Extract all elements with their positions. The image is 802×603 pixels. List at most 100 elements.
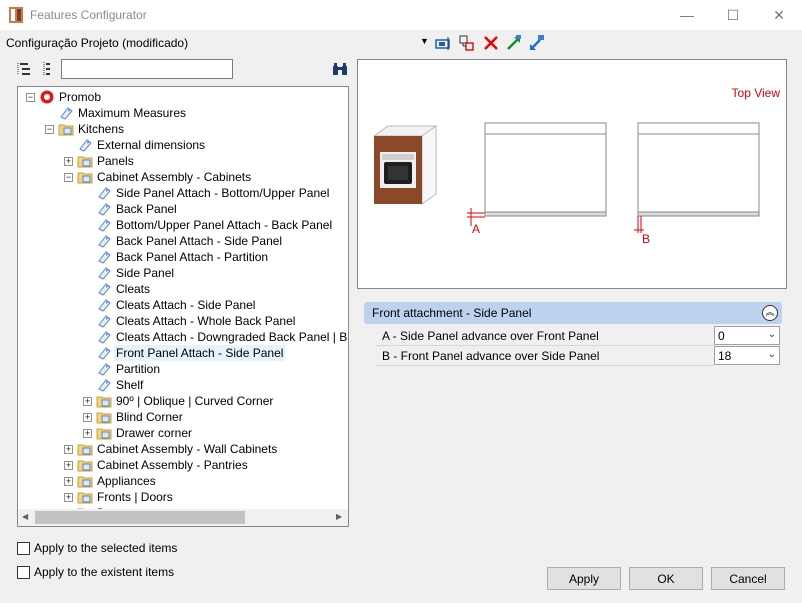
- expand-icon[interactable]: +: [64, 445, 73, 454]
- collapse-icon[interactable]: ︽: [762, 305, 778, 321]
- tree-node[interactable]: + Cabinet Assembly - Pantries: [18, 457, 348, 473]
- tree-node[interactable]: + Drawer corner: [18, 425, 348, 441]
- expand-icon[interactable]: +: [83, 413, 92, 422]
- close-button[interactable]: ✕: [756, 0, 802, 30]
- apply-selected-label[interactable]: Apply to the selected items: [34, 541, 177, 555]
- tree-node-label: Panels: [97, 154, 134, 168]
- folder-icon: [77, 460, 93, 472]
- rename-icon[interactable]: [434, 34, 452, 52]
- folder-icon: [96, 428, 112, 440]
- tree-node-label: Shelf: [116, 378, 144, 392]
- apply-selected-checkbox[interactable]: [17, 542, 30, 555]
- features-tree[interactable]: − Promob Maximum Measures − Kitchens External…: [17, 86, 349, 527]
- collapse-icon[interactable]: −: [64, 173, 73, 182]
- tree-node-label: 90º | Oblique | Curved Corner: [116, 394, 274, 408]
- tree-search-input[interactable]: [61, 59, 233, 79]
- tree-node[interactable]: Back Panel Attach - Side Panel: [18, 233, 348, 249]
- tree-node[interactable]: + Cabinet Assembly - Wall Cabinets: [18, 441, 348, 457]
- maximize-button[interactable]: ☐: [710, 0, 756, 30]
- tree-node[interactable]: Front Panel Attach - Side Panel: [18, 345, 348, 361]
- collapse-icon[interactable]: −: [45, 125, 54, 134]
- apply-button[interactable]: Apply: [547, 567, 621, 590]
- tree-node[interactable]: + Blind Corner: [18, 409, 348, 425]
- tree-node[interactable]: Shelf: [18, 377, 348, 393]
- tree-node[interactable]: Cleats Attach - Side Panel: [18, 297, 348, 313]
- folder-icon: [77, 492, 93, 504]
- tree-node[interactable]: Cleats Attach - Downgraded Back Panel | …: [18, 329, 348, 345]
- apply-existent-checkbox[interactable]: [17, 566, 30, 579]
- chevron-down-icon[interactable]: ⌄: [768, 329, 776, 340]
- tree-node[interactable]: Cleats Attach - Whole Back Panel: [18, 313, 348, 329]
- tag-icon: [98, 283, 111, 296]
- tree-node[interactable]: + Fronts | Doors: [18, 489, 348, 505]
- window-title: Features Configurator: [30, 8, 147, 22]
- tree-node[interactable]: − Cabinet Assembly - Cabinets: [18, 169, 348, 185]
- vertical-scrollbar[interactable]: [348, 87, 349, 509]
- view-label[interactable]: Top View: [732, 86, 780, 100]
- tree-node-label: Kitchens: [78, 122, 125, 136]
- property-a-select[interactable]: 0 ⌄: [714, 326, 780, 345]
- marker-a-label: A: [472, 222, 481, 236]
- add-item-icon[interactable]: [458, 34, 476, 52]
- property-label: B - Front Panel advance over Side Panel: [382, 349, 600, 363]
- collapse-tree-icon[interactable]: [40, 61, 54, 77]
- tag-icon: [79, 139, 92, 152]
- tree-node[interactable]: +90º | Oblique | Curved Corner: [18, 393, 348, 409]
- property-row-a: A - Side Panel advance over Front Panel …: [376, 326, 782, 346]
- tag-icon: [98, 219, 111, 232]
- tree-node[interactable]: + Appliances: [18, 473, 348, 489]
- scroll-left-icon[interactable]: ◀: [22, 512, 28, 521]
- export-icon[interactable]: [528, 34, 546, 52]
- chevron-down-icon[interactable]: ▼: [420, 36, 432, 50]
- ok-button[interactable]: OK: [629, 567, 703, 590]
- properties-header[interactable]: Front attachment - Side Panel ︽: [364, 302, 782, 324]
- property-b-select[interactable]: 18 ⌄: [714, 346, 780, 365]
- minimize-button[interactable]: —: [664, 0, 710, 30]
- horizontal-scroll-thumb[interactable]: [35, 511, 245, 524]
- tree-node[interactable]: Side Panel: [18, 265, 348, 281]
- maximize-icon: ☐: [726, 6, 740, 23]
- promob-logo-icon: [40, 90, 54, 104]
- expand-icon[interactable]: +: [64, 461, 73, 470]
- tree-node[interactable]: Bottom/Upper Panel Attach - Back Panel: [18, 217, 348, 233]
- properties-title: Front attachment - Side Panel: [372, 306, 532, 320]
- tree-node[interactable]: + Panels: [18, 153, 348, 169]
- property-label: A - Side Panel advance over Front Panel: [382, 329, 599, 343]
- expand-icon[interactable]: +: [83, 429, 92, 438]
- expand-icon[interactable]: +: [64, 477, 73, 486]
- project-config-label[interactable]: Configuração Projeto (modificado): [6, 36, 188, 50]
- drawing-a: [467, 122, 607, 226]
- tag-icon: [98, 363, 111, 376]
- expand-icon[interactable]: +: [64, 493, 73, 502]
- drawing-b: [634, 122, 760, 233]
- tree-node[interactable]: External dimensions: [18, 137, 348, 153]
- tree-node[interactable]: Back Panel Attach - Partition: [18, 249, 348, 265]
- tree-node[interactable]: Side Panel Attach - Bottom/Upper Panel: [18, 185, 348, 201]
- tree-node[interactable]: − Kitchens: [18, 121, 348, 137]
- tree-node[interactable]: − Promob: [18, 89, 348, 105]
- tree-node-label: Cleats Attach - Downgraded Back Panel | …: [116, 330, 348, 344]
- property-value: 18: [718, 349, 732, 363]
- tree-node-label: Appliances: [97, 474, 156, 488]
- scroll-right-icon[interactable]: ▶: [336, 512, 342, 521]
- tree-node-label: External dimensions: [97, 138, 206, 152]
- expand-icon[interactable]: +: [64, 157, 73, 166]
- tree-node-label: Front Panel Attach - Side Panel: [114, 345, 286, 361]
- tree-node[interactable]: Back Panel: [18, 201, 348, 217]
- folder-icon: [96, 412, 112, 424]
- tree-node[interactable]: Cleats: [18, 281, 348, 297]
- expand-tree-icon[interactable]: [16, 61, 32, 77]
- tree-node-label: Blind Corner: [116, 410, 183, 424]
- chevron-down-icon[interactable]: ⌄: [768, 349, 776, 360]
- delete-icon[interactable]: [482, 34, 500, 52]
- property-label-cell: B - Front Panel advance over Side Panel: [376, 346, 714, 366]
- apply-existent-label[interactable]: Apply to the existent items: [34, 565, 174, 579]
- expand-icon[interactable]: +: [83, 397, 92, 406]
- tree-node-label: Cabinet Assembly - Pantries: [97, 458, 248, 472]
- binoculars-icon[interactable]: [332, 62, 348, 76]
- cancel-button[interactable]: Cancel: [711, 567, 785, 590]
- import-icon[interactable]: [505, 34, 523, 52]
- tree-node[interactable]: Maximum Measures: [18, 105, 348, 121]
- tree-node[interactable]: Partition: [18, 361, 348, 377]
- collapse-icon[interactable]: −: [26, 93, 35, 102]
